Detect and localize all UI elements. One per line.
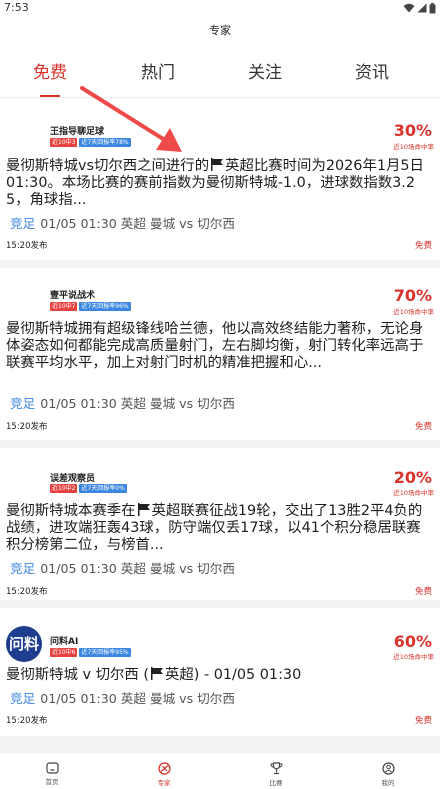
home-icon (45, 762, 59, 774)
match-type: 竞足 (10, 561, 36, 576)
battery-icon (429, 2, 436, 14)
nav-expert[interactable]: 专家 (134, 756, 194, 787)
return-tag: 近7天回报率0% (79, 484, 127, 493)
hit-rate-label: 近10场命中率 (393, 489, 434, 497)
hit-rate-label: 近10场命中率 (393, 653, 434, 661)
card-separator (0, 440, 440, 448)
tab-follow[interactable]: 关注 (225, 58, 305, 83)
tag-row: 近10中2 近7天回报率0% (50, 484, 127, 493)
price-label: 免费 (414, 241, 432, 251)
expert-icon (157, 762, 171, 775)
match-type: 竞足 (10, 216, 36, 231)
hit-tag: 近10中3 (50, 138, 78, 147)
author-name[interactable]: 壹平说战术 (50, 288, 95, 301)
nav-home-label: 首页 (45, 778, 59, 786)
tabs-divider (0, 97, 440, 98)
publish-time: 15:20发布 (6, 716, 48, 726)
flag-icon (137, 503, 150, 516)
article-preview[interactable]: 曼彻斯特城 v 切尔西 ( 英超) - 01/05 01:30 (6, 667, 434, 684)
preview-text-cont: 英超) - 01/05 01:30 (164, 667, 302, 683)
match-detail: 01/05 01:30 英超 曼城 vs 切尔西 (40, 691, 235, 706)
avatar[interactable] (6, 119, 42, 155)
match-detail: 01/05 01:30 英超 曼城 vs 切尔西 (40, 216, 235, 231)
author-name[interactable]: 王指导聊足球 (50, 124, 104, 137)
card-separator (0, 260, 440, 268)
avatar[interactable] (6, 462, 42, 498)
hit-rate: 20% (393, 468, 432, 487)
nav-matches-label: 比赛 (269, 779, 283, 787)
tab-news[interactable]: 资讯 (332, 58, 412, 83)
nav-profile[interactable]: 我的 (358, 756, 418, 787)
expert-card[interactable]: 壹平说战术 近10中7 近7天回报率96% 70% 近10场命中率 曼彻斯特城拥… (0, 268, 440, 440)
return-tag: 近7天回报率78% (79, 138, 131, 147)
profile-icon (381, 762, 395, 775)
flag-icon (211, 158, 224, 171)
return-tag: 近7天回报率95% (79, 648, 131, 657)
return-tag: 近7天回报率96% (79, 302, 131, 311)
preview-text: 曼彻斯特城vs切尔西之间进行的 (6, 158, 210, 174)
signal-icon (417, 3, 427, 13)
status-bar: 7:53 (0, 0, 440, 18)
author-name[interactable]: 问料AI (50, 634, 78, 647)
nav-expert-label: 专家 (157, 779, 171, 787)
status-icons (403, 2, 436, 14)
hit-tag: 近10中2 (50, 484, 78, 493)
author-name[interactable]: 误差观察员 (50, 471, 95, 484)
tag-row: 近10中3 近7天回报率78% (50, 138, 131, 147)
page-title: 专家 (209, 24, 231, 37)
match-info[interactable]: 竞足 01/05 01:30 英超 曼城 vs 切尔西 (10, 393, 235, 412)
nav-home[interactable]: 首页 (22, 756, 82, 786)
bottom-nav: 首页 专家 比赛 我的 (0, 753, 440, 789)
avatar[interactable]: 问料 (6, 626, 42, 662)
trophy-icon (269, 762, 283, 775)
match-info[interactable]: 竞足 01/05 01:30 英超 曼城 vs 切尔西 (10, 213, 235, 232)
preview-text: 曼彻斯特城本赛季在 (6, 503, 136, 519)
match-type: 竞足 (10, 691, 36, 706)
tab-hot[interactable]: 热门 (118, 58, 198, 83)
tab-free[interactable]: 免费 (10, 58, 90, 83)
article-preview[interactable]: 曼彻斯特城vs切尔西之间进行的 英超比赛时间为2026年1月5日 01:30。本场… (6, 158, 434, 209)
expert-card[interactable]: 误差观察员 近10中2 近7天回报率0% 20% 近10场命中率 曼彻斯特城本赛… (0, 448, 440, 600)
hit-rate: 60% (393, 632, 432, 651)
flag-icon (150, 667, 163, 680)
publish-time: 15:20发布 (6, 587, 48, 597)
expert-card[interactable]: 问料 问料AI 近10中6 近7天回报率95% 60% 近10场命中率 曼彻斯特… (0, 608, 440, 736)
match-type: 竞足 (10, 396, 36, 411)
hit-rate: 70% (393, 286, 432, 305)
tag-row: 近10中7 近7天回报率96% (50, 302, 131, 311)
nav-profile-label: 我的 (381, 779, 395, 787)
hit-rate-label: 近10场命中率 (393, 308, 434, 316)
match-detail: 01/05 01:30 英超 曼城 vs 切尔西 (40, 396, 235, 411)
avatar[interactable] (6, 282, 42, 318)
match-info[interactable]: 竞足 01/05 01:30 英超 曼城 vs 切尔西 (10, 558, 235, 577)
hit-tag: 近10中6 (50, 648, 78, 657)
publish-time: 15:20发布 (6, 422, 48, 432)
preview-text: 曼彻斯特城 v 切尔西 ( (6, 667, 149, 683)
hit-tag: 近10中7 (50, 302, 78, 311)
card-separator (0, 600, 440, 608)
match-info[interactable]: 竞足 01/05 01:30 英超 曼城 vs 切尔西 (10, 688, 235, 707)
price-label: 免费 (414, 716, 432, 726)
hit-rate: 30% (393, 121, 432, 140)
article-preview[interactable]: 曼彻斯特城拥有超级锋线哈兰德，他以高效终结能力著称，无论身体姿态如何都能完成高质… (6, 321, 434, 372)
tab-bar: 免费 热门 关注 资讯 (0, 58, 440, 98)
price-label: 免费 (414, 587, 432, 597)
hit-rate-label: 近10场命中率 (393, 143, 434, 151)
wifi-icon (403, 3, 415, 13)
nav-matches[interactable]: 比赛 (246, 756, 306, 787)
card-separator (0, 736, 440, 752)
publish-time: 15:20发布 (6, 241, 48, 251)
article-preview[interactable]: 曼彻斯特城本赛季在 英超联赛征战19轮，交出了13胜2平4负的战绩，进攻端狂轰43… (6, 503, 434, 554)
status-time: 7:53 (4, 1, 29, 14)
price-label: 免费 (414, 422, 432, 432)
tag-row: 近10中6 近7天回报率95% (50, 648, 131, 657)
match-detail: 01/05 01:30 英超 曼城 vs 切尔西 (40, 561, 235, 576)
expert-card[interactable]: 王指导聊足球 近10中3 近7天回报率78% 30% 近10场命中率 曼彻斯特城… (0, 99, 440, 260)
